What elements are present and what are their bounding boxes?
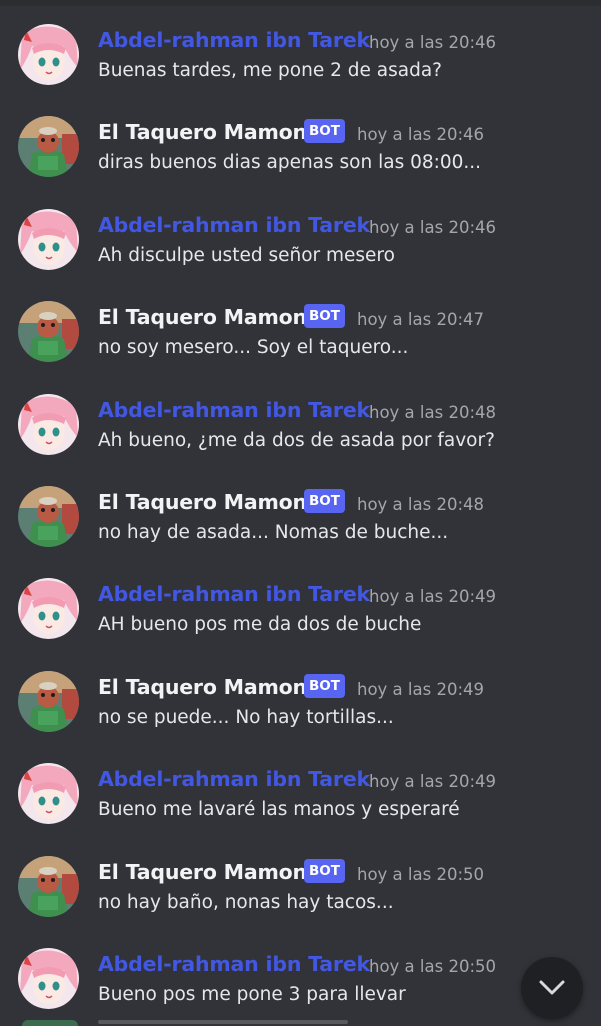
- message-timestamp: hoy a las 20:47: [357, 310, 485, 329]
- author-name[interactable]: Abdel-rahman ibn Tarek: [98, 28, 370, 52]
- message-timestamp: hoy a las 20:50: [369, 957, 497, 976]
- jump-to-present-button[interactable]: [521, 957, 583, 1019]
- bot-badge: BOT: [304, 674, 345, 698]
- message-timestamp: hoy a las 20:46: [357, 125, 485, 144]
- author-name[interactable]: El Taquero Mamon: [98, 675, 307, 699]
- next-message-avatar: [22, 1020, 78, 1026]
- message-timestamp: hoy a las 20:49: [369, 772, 497, 791]
- bot-badge: BOT: [304, 304, 345, 328]
- author-name[interactable]: Abdel-rahman ibn Tarek: [98, 767, 370, 791]
- chat-message[interactable]: El Taquero Mamon BOT hoy a las 20:50 no hay…: [0, 832, 601, 924]
- chat-message[interactable]: Abdel-rahman ibn Tarek hoy a las 20:49 Bue…: [0, 739, 601, 831]
- author-name[interactable]: Abdel-rahman ibn Tarek: [98, 582, 370, 606]
- message-text: Ah disculpe usted señor mesero: [98, 245, 395, 266]
- message-timestamp: hoy a las 20:46: [369, 218, 497, 237]
- message-text: AH bueno pos me da dos de buche: [98, 614, 422, 635]
- chat-message[interactable]: El Taquero Mamon BOT hoy a las 20:48 no hay…: [0, 462, 601, 554]
- author-name[interactable]: El Taquero Mamon: [98, 490, 307, 514]
- bot-badge: BOT: [304, 119, 345, 143]
- chat-message[interactable]: Abdel-rahman ibn Tarek hoy a las 20:48 Ah …: [0, 370, 601, 462]
- bot-avatar[interactable]: [18, 301, 79, 362]
- bot-avatar[interactable]: [18, 486, 79, 547]
- chat-message[interactable]: El Taquero Mamon BOT hoy a las 20:47 no soy…: [0, 277, 601, 369]
- message-text: Bueno pos me pone 3 para llevar: [98, 984, 406, 1005]
- user-avatar[interactable]: [18, 763, 79, 824]
- author-name[interactable]: El Taquero Mamon: [98, 120, 307, 144]
- message-text: no soy mesero... Soy el taquero...: [98, 337, 409, 358]
- message-text: no hay de asada... Nomas de buche...: [98, 522, 449, 543]
- next-message-text: [98, 1020, 348, 1024]
- author-name[interactable]: El Taquero Mamon: [98, 860, 307, 884]
- message-timestamp: hoy a las 20:46: [369, 33, 497, 52]
- chat-message[interactable]: Abdel-rahman ibn Tarek hoy a las 20:46 Bue…: [0, 0, 601, 92]
- user-avatar[interactable]: [18, 948, 79, 1009]
- chat-message[interactable]: Abdel-rahman ibn Tarek hoy a las 20:49 AH …: [0, 554, 601, 646]
- bot-avatar[interactable]: [18, 856, 79, 917]
- message-text: Ah bueno, ¿me da dos de asada por favor?: [98, 430, 495, 451]
- bot-avatar[interactable]: [18, 116, 79, 177]
- message-timestamp: hoy a las 20:48: [369, 403, 497, 422]
- author-name[interactable]: Abdel-rahman ibn Tarek: [98, 398, 370, 422]
- message-text: Buenas tardes, me pone 2 de asada?: [98, 60, 442, 81]
- author-name[interactable]: El Taquero Mamon: [98, 305, 307, 329]
- author-name[interactable]: Abdel-rahman ibn Tarek: [98, 952, 370, 976]
- user-avatar[interactable]: [18, 24, 79, 85]
- message-timestamp: hoy a las 20:50: [357, 865, 485, 884]
- message-text: no hay baño, nonas hay tacos...: [98, 892, 394, 913]
- chat-message[interactable]: El Taquero Mamon BOT hoy a las 20:49 no se …: [0, 647, 601, 739]
- message-timestamp: hoy a las 20:48: [357, 495, 485, 514]
- bot-avatar[interactable]: [18, 671, 79, 732]
- message-timestamp: hoy a las 20:49: [357, 680, 485, 699]
- chat-message[interactable]: El Taquero Mamon BOT hoy a las 20:46 diras …: [0, 92, 601, 184]
- user-avatar[interactable]: [18, 209, 79, 270]
- chevron-down-icon: [539, 980, 565, 995]
- message-text: Bueno me lavaré las manos y esperaré: [98, 799, 460, 820]
- user-avatar[interactable]: [18, 578, 79, 639]
- message-timestamp: hoy a las 20:49: [369, 587, 497, 606]
- message-text: diras buenos dias apenas son las 08:00..…: [98, 152, 482, 173]
- user-avatar[interactable]: [18, 394, 79, 455]
- bot-badge: BOT: [304, 859, 345, 883]
- author-name[interactable]: Abdel-rahman ibn Tarek: [98, 213, 370, 237]
- bot-badge: BOT: [304, 489, 345, 513]
- chat-message[interactable]: Abdel-rahman ibn Tarek hoy a las 20:50 Bue…: [0, 924, 601, 1016]
- chat-message[interactable]: Abdel-rahman ibn Tarek hoy a las 20:46 Ah …: [0, 185, 601, 277]
- message-list: Abdel-rahman ibn Tarek hoy a las 20:46 Bue…: [0, 0, 601, 1024]
- message-text: no se puede... No hay tortillas...: [98, 707, 394, 728]
